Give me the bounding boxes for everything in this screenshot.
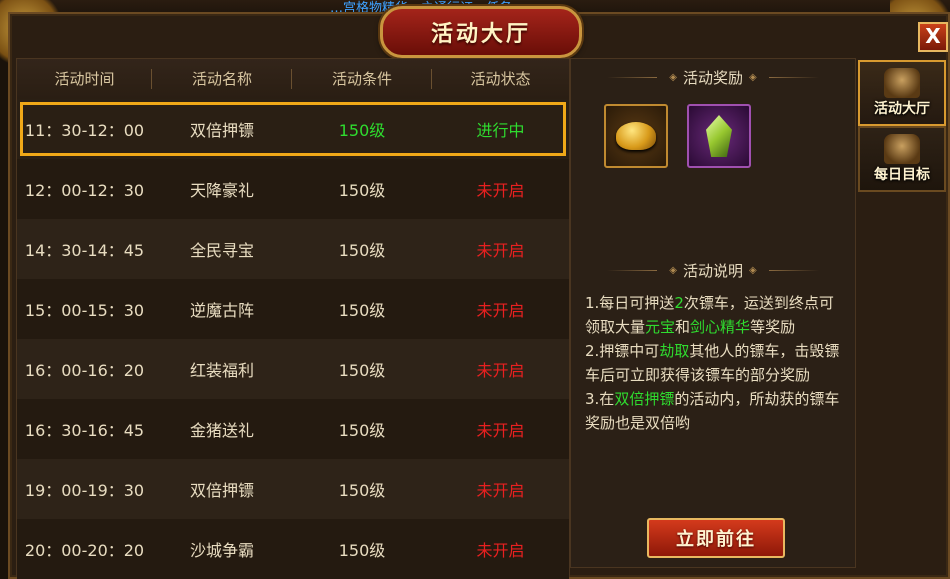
desc-title-text: 活动说明	[682, 261, 743, 280]
row-status: 未开启	[476, 421, 525, 440]
reward-title-text: 活动奖励	[682, 68, 743, 87]
close-button[interactable]: X	[918, 22, 948, 52]
row-level: 150级	[338, 181, 386, 200]
row-time: 15：00-15：30	[24, 301, 145, 320]
table-row[interactable]: 14：30-14：45 全民寻宝 150级 未开启	[17, 219, 569, 279]
row-time: 20：00-20：20	[24, 541, 145, 560]
row-status: 进行中	[476, 121, 525, 140]
reward-section-title: ◈ 活动奖励 ◈	[571, 62, 855, 92]
row-name: 双倍押镖	[189, 121, 254, 140]
go-now-button[interactable]: 立即前往	[647, 518, 785, 558]
row-level: 150级	[338, 301, 386, 320]
desc-paragraph-1: 1.每日可押送2次镖车，运送到终点可领取大量元宝和剑心精华等奖励	[585, 294, 834, 336]
row-level: 150级	[338, 361, 386, 380]
row-time: 11：30-12：00	[24, 121, 145, 140]
table-row[interactable]: 12：00-12：30 天降豪礼 150级 未开启	[17, 159, 569, 219]
header-status: 活动状态	[470, 70, 531, 88]
desc-section-title: ◈ 活动说明 ◈	[571, 255, 855, 285]
row-level: 150级	[338, 241, 386, 260]
reward-gold-ingot[interactable]	[604, 104, 668, 168]
row-time: 16：30-16：45	[24, 421, 145, 440]
row-name: 金猪送礼	[189, 421, 254, 440]
row-status: 未开启	[476, 181, 525, 200]
table-body: 11：30-12：00 双倍押镖 150级 进行中 12：00-12：30 天降豪礼 150…	[17, 99, 569, 579]
row-time: 19：00-19：30	[24, 481, 145, 500]
table-row[interactable]: 15：00-15：30 逆魔古阵 150级 未开启	[17, 279, 569, 339]
tab-daily-goals[interactable]: 每日目标	[858, 126, 946, 192]
table-row[interactable]: 16：30-16：45 金猪送礼 150级 未开启	[17, 399, 569, 459]
detail-panel: ◈ 活动奖励 ◈ ◈ 活动说明 ◈ 1.每日可押送2次镖车，运送到终点可领取大量…	[570, 58, 856, 568]
row-name: 全民寻宝	[189, 241, 254, 260]
desc-paragraph-3: 3.在双倍押镖的活动内，所劫获的镖车奖励也是双倍哟	[585, 390, 840, 432]
row-time: 16：00-16：20	[24, 361, 145, 380]
table-row[interactable]: 16：00-16：20 红装福利 150级 未开启	[17, 339, 569, 399]
row-status: 未开启	[476, 301, 525, 320]
row-time: 12：00-12：30	[24, 181, 145, 200]
row-status: 未开启	[476, 541, 525, 560]
row-name: 天降豪礼	[189, 181, 254, 200]
row-level: 150级	[338, 121, 386, 140]
row-status: 未开启	[476, 241, 525, 260]
row-status: 未开启	[476, 361, 525, 380]
table-row[interactable]: 20：00-20：20 沙城争霸 150级 未开启	[17, 519, 569, 579]
row-level: 150级	[338, 541, 386, 560]
row-name: 逆魔古阵	[189, 301, 254, 320]
gold-ingot-icon	[616, 122, 656, 150]
table-header: 活动时间 活动名称 活动条件 活动状态	[17, 59, 569, 100]
header-name: 活动名称	[152, 59, 292, 99]
row-name: 沙城争霸	[189, 541, 254, 560]
desc-paragraph-2: 2.押镖中可劫取其他人的镖车，击毁镖车后可立即获得该镖车的部分奖励	[585, 342, 840, 384]
table-row[interactable]: 11：30-12：00 双倍押镖 150级 进行中	[17, 99, 569, 159]
activity-description: 1.每日可押送2次镖车，运送到终点可领取大量元宝和剑心精华等奖励 2.押镖中可劫…	[585, 291, 847, 435]
header-time: 活动时间	[17, 59, 152, 99]
tab-activity-hall[interactable]: 活动大厅	[858, 60, 946, 126]
row-name: 红装福利	[189, 361, 254, 380]
row-level: 150级	[338, 481, 386, 500]
treasure-chest-icon	[884, 134, 920, 164]
dialog-title: 活动大厅	[380, 6, 582, 58]
header-condition: 活动条件	[292, 59, 432, 99]
green-crystal-icon	[706, 115, 732, 157]
row-level: 150级	[338, 421, 386, 440]
row-status: 未开启	[476, 481, 525, 500]
table-row[interactable]: 19：00-19：30 双倍押镖 150级 未开启	[17, 459, 569, 519]
row-time: 14：30-14：45	[24, 241, 145, 260]
activity-table: 活动时间 活动名称 活动条件 活动状态 11：30-12：00 双倍押镖 150级 进…	[16, 58, 570, 579]
row-name: 双倍押镖	[189, 481, 254, 500]
armor-icon	[884, 68, 920, 98]
reward-green-crystal[interactable]	[687, 104, 751, 168]
